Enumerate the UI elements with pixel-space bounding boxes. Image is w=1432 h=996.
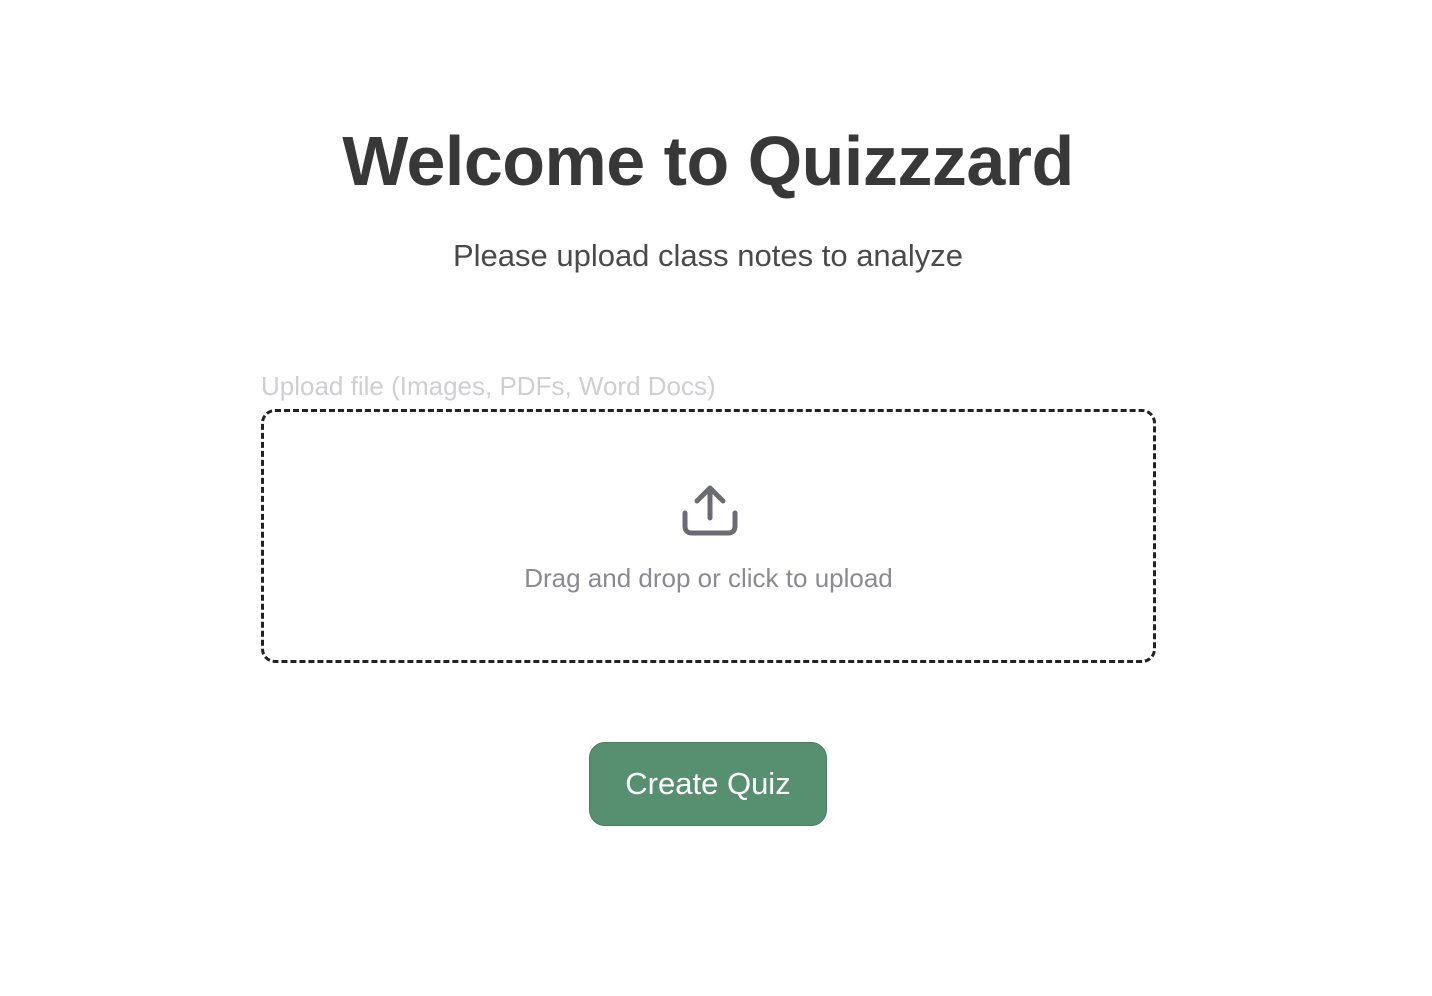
page: Welcome to Quizzzard Please upload class…: [0, 0, 1432, 996]
dropzone-instructions: Drag and drop or click to upload: [524, 563, 893, 593]
file-dropzone[interactable]: Drag and drop or click to upload: [261, 409, 1156, 663]
upload-label: Upload file (Images, PDFs, Word Docs): [261, 371, 716, 401]
upload-icon: [682, 482, 738, 538]
page-subtitle: Please upload class notes to analyze: [452, 238, 964, 273]
page-title: Welcome to Quizzzard: [342, 122, 1074, 200]
create-quiz-button[interactable]: Create Quiz: [589, 742, 827, 826]
